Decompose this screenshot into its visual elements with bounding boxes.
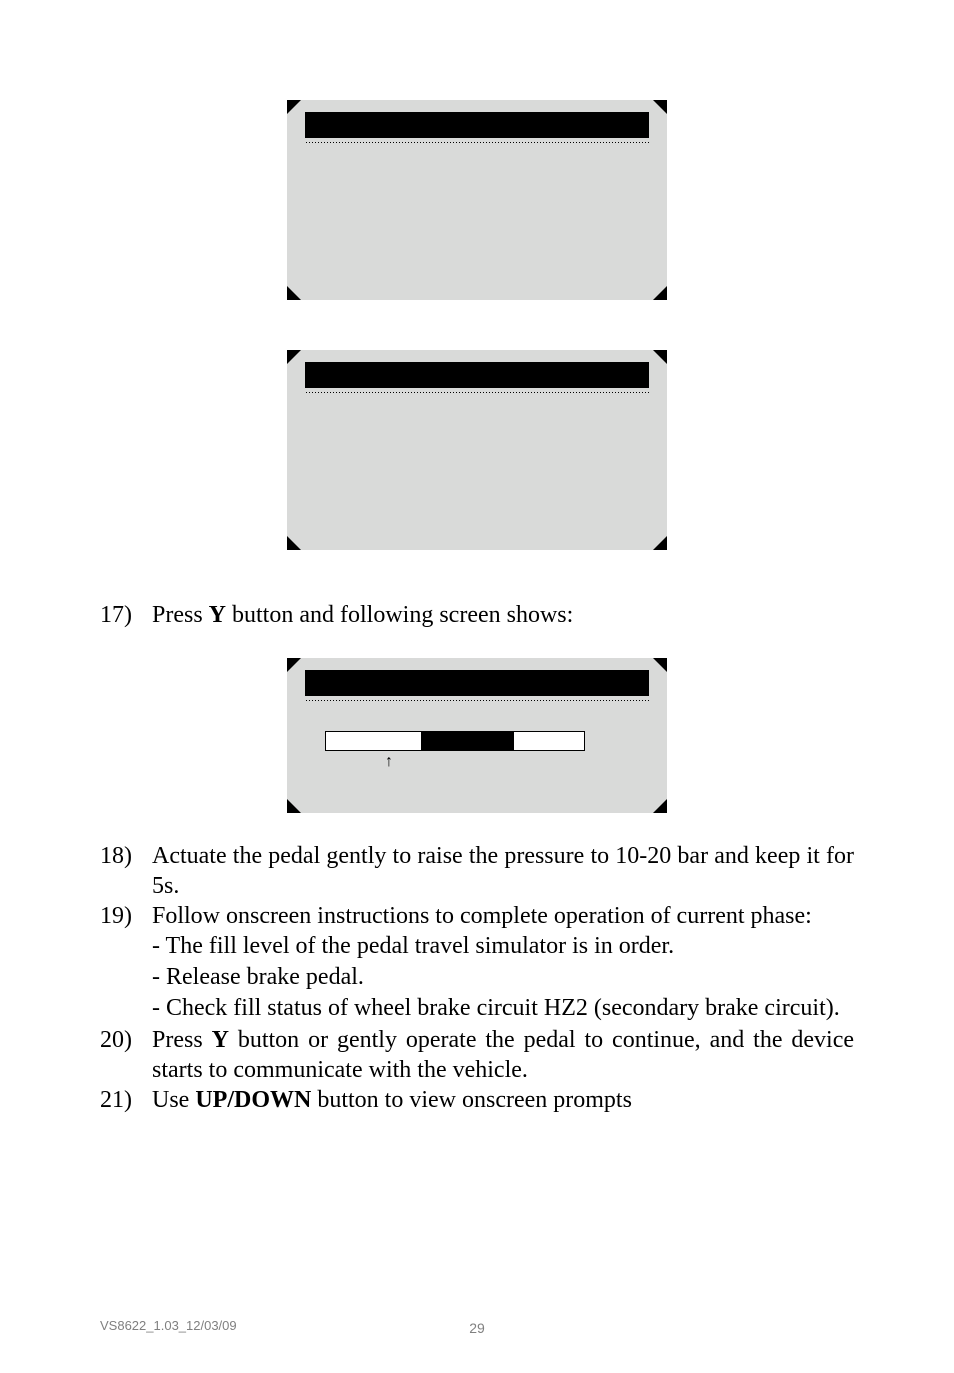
step-number: 20) — [100, 1025, 152, 1085]
corner-decoration — [653, 350, 667, 364]
step-17: 17) Press Y button and following screen … — [100, 600, 854, 630]
text-segment: Use — [152, 1087, 195, 1113]
title-bar — [305, 670, 649, 696]
text-segment: Press — [152, 1027, 212, 1053]
progress-segment-black — [421, 732, 514, 750]
text-segment: button or gently operate the pedal to co… — [152, 1027, 854, 1083]
title-bar — [305, 362, 649, 388]
step-19-sub1: - The fill level of the pedal travel sim… — [152, 931, 854, 962]
corner-decoration — [653, 100, 667, 114]
step-text: Press Y button or gently operate the ped… — [152, 1025, 854, 1085]
dotted-separator — [305, 699, 649, 703]
corner-decoration — [287, 658, 301, 672]
progress-bar — [325, 731, 585, 751]
bold-key: Y — [212, 1027, 229, 1053]
screen-inner — [305, 362, 649, 538]
step-19-sub2: - Release brake pedal. — [152, 962, 854, 993]
dotted-separator — [305, 391, 649, 395]
step-20: 20) Press Y button or gently operate the… — [100, 1025, 854, 1085]
page-number: 29 — [469, 1320, 485, 1336]
corner-decoration — [653, 799, 667, 813]
screen-inner: ↑ — [305, 670, 649, 801]
footer-doc-id: VS8622_1.03_12/03/09 — [100, 1318, 237, 1333]
step-text: Press Y button and following screen show… — [152, 600, 854, 630]
dotted-separator — [305, 141, 649, 145]
progress-segment-white — [514, 732, 584, 750]
step-19-sub3: - Check fill status of wheel brake circu… — [152, 993, 854, 1024]
step-number: 18) — [100, 841, 152, 901]
step-text: Actuate the pedal gently to raise the pr… — [152, 841, 854, 901]
step-number: 17) — [100, 600, 152, 630]
corner-decoration — [653, 658, 667, 672]
corner-decoration — [287, 799, 301, 813]
corner-decoration — [653, 536, 667, 550]
bold-key: UP/DOWN — [195, 1087, 311, 1113]
text-segment: Press — [152, 602, 209, 628]
step-21: 21) Use UP/DOWN button to view onscreen … — [100, 1085, 854, 1115]
bold-key: Y — [209, 602, 226, 628]
device-screen-2 — [287, 350, 667, 550]
step-19: 19) Follow onscreen instructions to comp… — [100, 901, 854, 931]
step-18: 18) Actuate the pedal gently to raise th… — [100, 841, 854, 901]
step-text: Use UP/DOWN button to view onscreen prom… — [152, 1085, 854, 1115]
corner-decoration — [287, 286, 301, 300]
screen-inner — [305, 112, 649, 288]
step-text: Follow onscreen instructions to complete… — [152, 901, 854, 931]
page-footer: VS8622_1.03_12/03/09 29 — [100, 1318, 854, 1333]
step-number: 21) — [100, 1085, 152, 1115]
step-number: 19) — [100, 901, 152, 931]
corner-decoration — [287, 536, 301, 550]
corner-decoration — [287, 350, 301, 364]
device-screen-1 — [287, 100, 667, 300]
text-segment: button and following screen shows: — [226, 602, 573, 628]
corner-decoration — [653, 286, 667, 300]
title-bar — [305, 112, 649, 138]
device-screen-3: ↑ — [287, 658, 667, 813]
corner-decoration — [287, 100, 301, 114]
text-segment: button to view onscreen prompts — [311, 1087, 632, 1113]
progress-segment-white — [326, 732, 421, 750]
up-arrow-icon: ↑ — [385, 753, 649, 771]
